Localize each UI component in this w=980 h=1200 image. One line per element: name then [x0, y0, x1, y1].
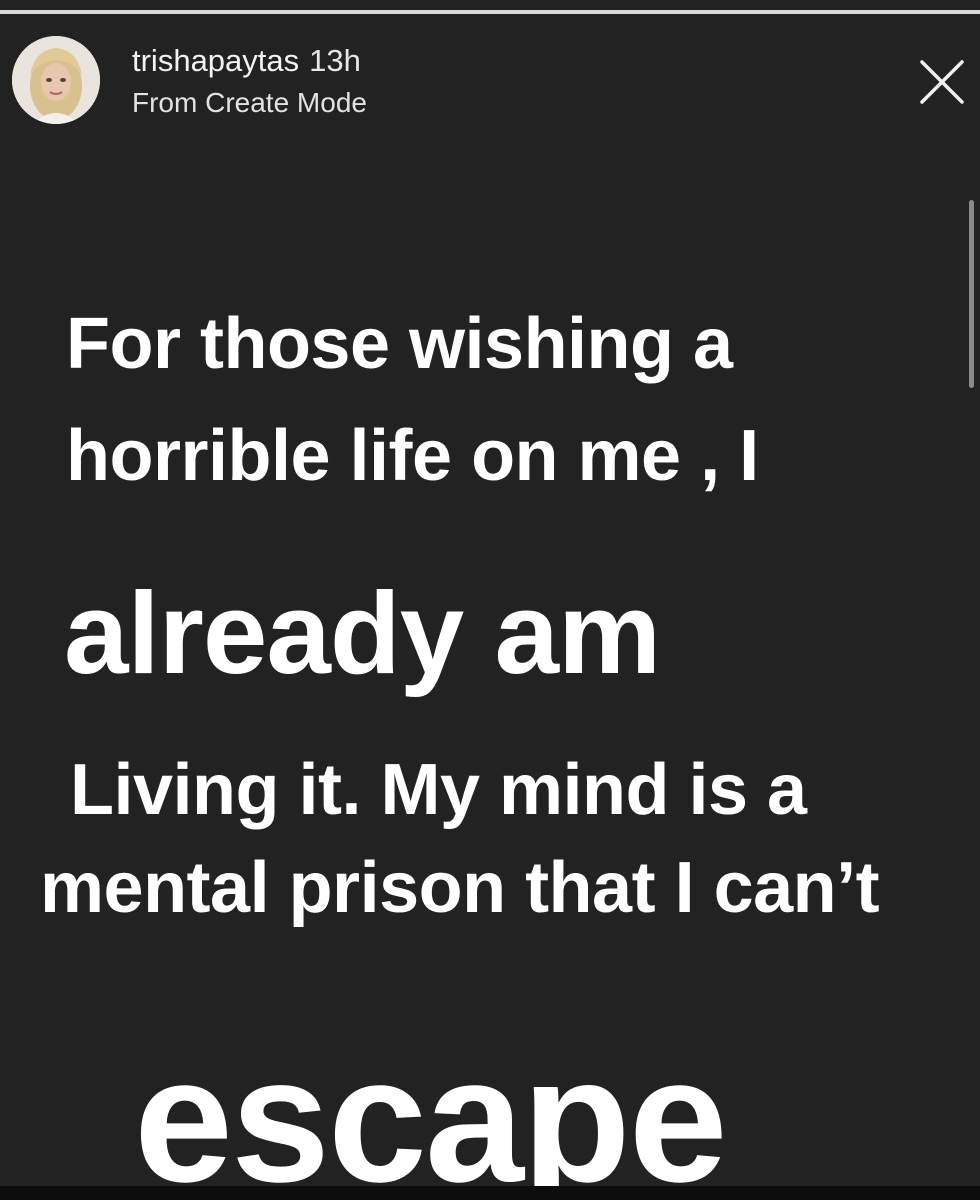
story-subtitle: From Create Mode: [132, 87, 367, 118]
story-timestamp: 13h: [309, 43, 361, 78]
story-progress-fill: [0, 10, 980, 14]
story-text-line-5: mental prison that I can’t: [40, 848, 880, 928]
story-text-line-3: already am: [64, 568, 661, 698]
avatar-photo: [12, 36, 100, 124]
story-text-line-4: Living it. My mind is a: [70, 750, 807, 830]
avatar[interactable]: [12, 36, 100, 124]
story-progress-bar: [0, 10, 980, 14]
story-text-line-1: For those wishing a: [66, 304, 733, 384]
story-text-line-6: escape: [134, 1020, 728, 1200]
close-icon: [920, 60, 964, 104]
story-header: trishapaytas 13h From Create Mode: [12, 36, 980, 128]
story-text-line-2: horrible life on me , I: [66, 416, 759, 496]
username-line: trishapaytas 13h: [132, 42, 361, 80]
story-viewer[interactable]: trishapaytas 13h From Create Mode For tho…: [0, 0, 980, 1200]
close-button[interactable]: [918, 58, 966, 106]
username[interactable]: trishapaytas: [132, 43, 299, 78]
bottom-bar: [0, 1186, 980, 1200]
